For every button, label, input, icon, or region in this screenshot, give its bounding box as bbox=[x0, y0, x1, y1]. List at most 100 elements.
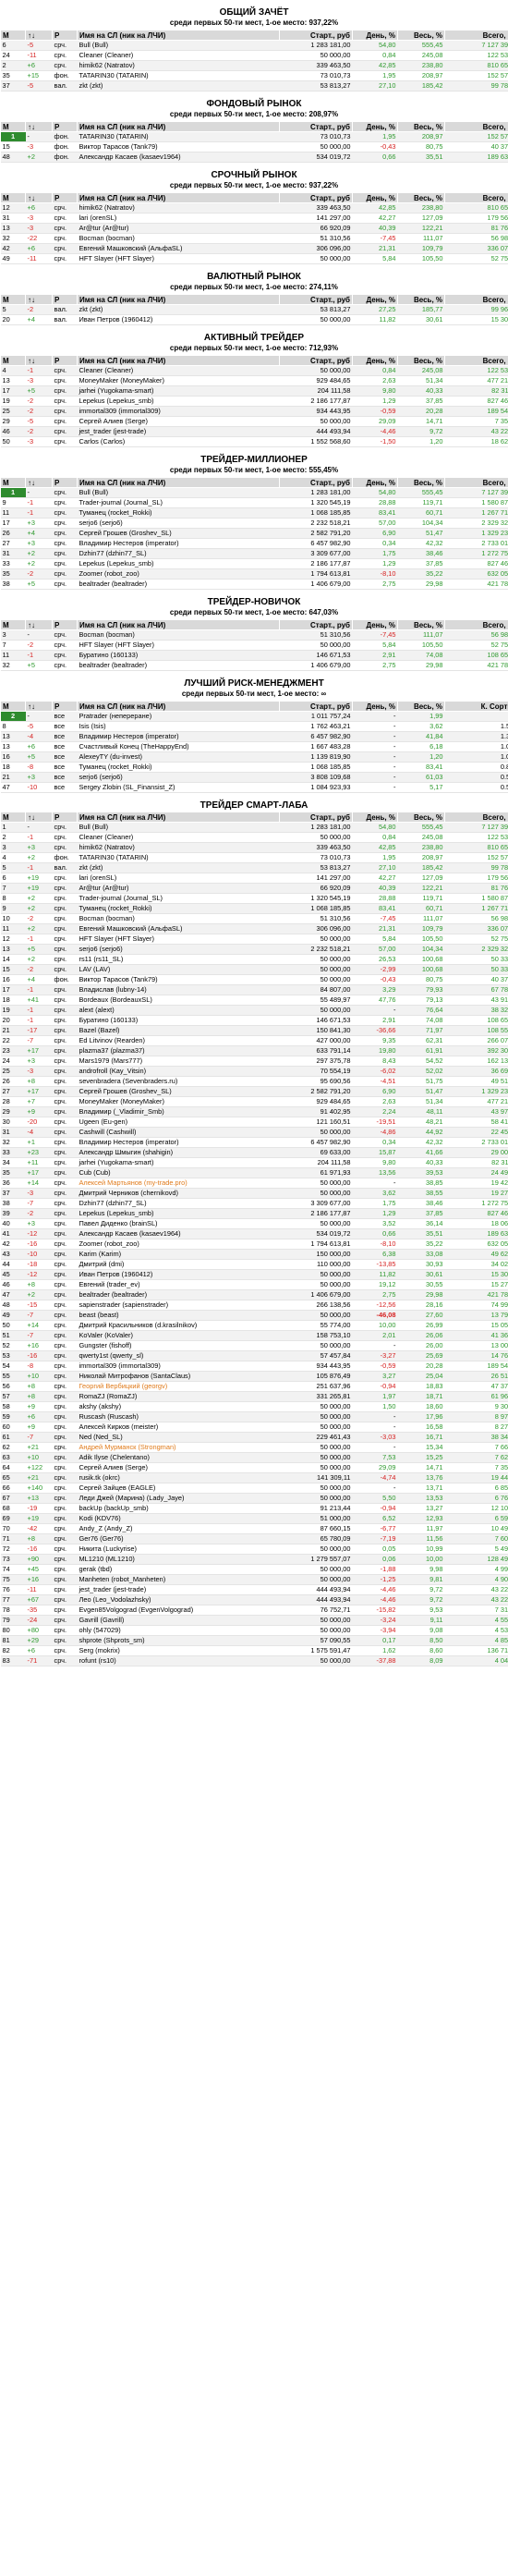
table-row[interactable]: 66 +140 срч. Сергей Зайцев (EAGLE) 50 000,00… bbox=[0, 1483, 508, 1494]
column-header[interactable]: М bbox=[0, 477, 26, 488]
table-row[interactable]: 31 -3 срч. lari (orenSL) 141 297,00 42,27 127,… bbox=[0, 213, 508, 224]
name-link[interactable]: TATARIN30 (TATARIN) bbox=[77, 70, 280, 81]
name-link[interactable]: TATARIN30 (TATARIN) bbox=[77, 131, 280, 142]
name-link[interactable]: Manheten (robot_Manheten) bbox=[77, 1574, 280, 1585]
table-row[interactable]: 26 +4 срч. Сергей Грошев (Groshev_SL) 2 582 … bbox=[0, 528, 508, 539]
name-link[interactable]: Лео (Leo_Vodolazhsky) bbox=[77, 1594, 280, 1605]
table-row[interactable]: 19 -2 срч. Lepekus (Lepekus_smb) 2 186 177,8… bbox=[0, 396, 508, 407]
column-header[interactable]: Р bbox=[52, 294, 78, 305]
name-link[interactable]: Bocman (bocman) bbox=[77, 233, 280, 244]
table-row[interactable]: 35 +15 фон. TATARIN30 (TATARIN) 73 010,73 1,9… bbox=[0, 70, 508, 81]
table-row[interactable]: 29 +9 срч. Владимир (_Vladimir_Smb) 91 402,9… bbox=[0, 1106, 508, 1117]
table-row[interactable]: 13 +5 срч. serjo6 (serjo6) 2 232 518,21 57,00… bbox=[0, 944, 508, 955]
table-row[interactable]: 75 +16 срч. Manheten (robot_Manheten) 50 000… bbox=[0, 1574, 508, 1585]
table-row[interactable]: 38 -7 срч. Dzhin77 (dzhin77_SL) 3 309 677,00… bbox=[0, 1198, 508, 1209]
table-row[interactable]: 38 +5 срч. bealtrader (bealtrader) 1 406 679… bbox=[0, 579, 508, 590]
column-header[interactable]: Весь, % bbox=[397, 619, 445, 630]
column-header[interactable]: Имя на СЛ (ник на ЛЧИ) bbox=[77, 192, 280, 203]
table-row[interactable]: 45 -12 срч. Иван Петров (1960412) 50 000,00 1… bbox=[0, 1269, 508, 1280]
table-row[interactable]: 18 -8 все Туманец (rocket_Rokki) 1 068 185,8… bbox=[0, 762, 508, 773]
table-row[interactable]: 35 +17 срч. Cub (Cub) 61 971,93 13,56 39,53 24 … bbox=[0, 1167, 508, 1178]
column-header[interactable]: Старт., руб bbox=[279, 701, 353, 712]
column-header[interactable]: Всего, руб bbox=[444, 294, 508, 305]
table-row[interactable]: 46 -2 срч. jest_trader (jest-trade) 444 493,… bbox=[0, 426, 508, 437]
table-row[interactable]: 49 -7 срч. beast (beast) 50 000,00 -46,08 27,6… bbox=[0, 1310, 508, 1321]
column-header[interactable]: Имя на СЛ (ник на ЛЧИ) bbox=[77, 355, 280, 366]
name-link[interactable]: backUp (backUp_smb) bbox=[77, 1503, 280, 1514]
name-link[interactable]: Павел Диденко (brainSL) bbox=[77, 1218, 280, 1229]
table-row[interactable]: 1- фон. TATARIN30 (TATARIN) 73 010,73 1,95 20… bbox=[0, 131, 508, 142]
name-link[interactable]: Bazel (Bazel) bbox=[77, 1025, 280, 1036]
table-row[interactable]: 9 +2 срч. Туманец (rocket_Rokki) 1 068 185,8… bbox=[0, 903, 508, 914]
column-header[interactable]: Весь, % bbox=[397, 701, 445, 712]
name-link[interactable]: HFT Slayer (HFT Slayer) bbox=[77, 253, 280, 264]
name-link[interactable]: Gungster (fishoff) bbox=[77, 1340, 280, 1351]
name-link[interactable]: ML1210 (ML1210) bbox=[77, 1554, 280, 1565]
name-link[interactable]: LAV (LAV) bbox=[77, 964, 280, 975]
table-row[interactable]: 36 +14 срч. Алексей Мартьянов (my-trade.pro… bbox=[0, 1178, 508, 1189]
table-row[interactable]: 69 +19 срч. Kodi (KDV76) 51 000,00 6,52 12,93 6… bbox=[0, 1513, 508, 1524]
column-header[interactable]: ↑↓ bbox=[25, 619, 53, 630]
name-link[interactable]: Bull (Bull) bbox=[77, 822, 280, 833]
table-row[interactable]: 6 -5 срч. Bull (Bull) 1 283 181,00 54,80 555,4… bbox=[0, 40, 508, 51]
table-row[interactable]: 9 -1 срч. Trader-journal (Journal_SL) 1 320 … bbox=[0, 497, 508, 508]
column-header[interactable]: Всего, руб bbox=[444, 121, 508, 132]
table-row[interactable]: 20 +4 вал. Иван Петров (1960412) 50 000,00 11… bbox=[0, 314, 508, 325]
column-header[interactable]: Р bbox=[52, 121, 78, 132]
table-row[interactable]: 60 +9 срч. Алексей Кирков (meister) 50 000,0… bbox=[0, 1422, 508, 1433]
name-link[interactable]: Trader-journal (Journal_SL) bbox=[77, 893, 280, 904]
table-row[interactable]: 61 -7 срч. Ned (Ned_SL) 229 461,43 -3,03 16,71… bbox=[0, 1432, 508, 1443]
table-row[interactable]: 13 -3 срч. Ar@tur (Ar@tur) 66 920,09 40,39 122… bbox=[0, 223, 508, 234]
name-link[interactable]: Евгений (trader_ev) bbox=[77, 1279, 280, 1290]
table-row[interactable]: 48 -15 срч. sapienstrader (sapienstrader) 26… bbox=[0, 1300, 508, 1311]
name-link[interactable]: Bull (Bull) bbox=[77, 40, 280, 51]
table-row[interactable]: 23 +17 срч. plazma37 (plazma37) 633 791,14 19… bbox=[0, 1045, 508, 1056]
table-row[interactable]: 78 -35 срч. Evgen85Volgograd (EvgenVolgogra… bbox=[0, 1605, 508, 1616]
column-header[interactable]: Р bbox=[52, 355, 78, 366]
name-link[interactable]: Zoomer (robot_zoo) bbox=[77, 568, 280, 580]
name-link[interactable]: Иван Петров (1960412) bbox=[77, 314, 280, 325]
name-link[interactable]: Сергей Алиев (Serge) bbox=[77, 416, 280, 427]
table-row[interactable]: 15 -2 срч. LAV (LAV) 50 000,00 -2,99 100,68 50 … bbox=[0, 964, 508, 975]
table-row[interactable]: 47 -10 все Sergey Zlobin (SL_Finansist_Z) 1 … bbox=[0, 782, 508, 793]
table-row[interactable]: 41 -12 срч. Александр Касаев (kasaev1964) 53… bbox=[0, 1228, 508, 1239]
name-link[interactable]: Владислав (lubny-14) bbox=[77, 984, 280, 995]
table-row[interactable]: 11 -1 срч. Туманец (rocket_Rokki) 1 068 185,… bbox=[0, 507, 508, 519]
name-link[interactable]: Сергей Алиев (Serge) bbox=[77, 1462, 280, 1473]
table-row[interactable]: 1- срч. Bull (Bull) 1 283 181,00 54,80 555,45… bbox=[0, 822, 508, 833]
name-link[interactable]: Дмитрий Красильников (d.krasilnikov) bbox=[77, 1320, 280, 1331]
name-link[interactable]: Ar@tur (Ar@tur) bbox=[77, 883, 280, 894]
table-row[interactable]: 6 +19 срч. lari (orenSL) 141 297,00 42,27 127,… bbox=[0, 873, 508, 884]
name-link[interactable]: Алексей Кирков (meister) bbox=[77, 1422, 280, 1433]
table-row[interactable]: 3- срч. Bocman (bocman) 51 310,56 -7,45 111,0… bbox=[0, 629, 508, 641]
column-header[interactable]: ↑↓ bbox=[25, 477, 53, 488]
name-link[interactable]: Владимир (_Vladimir_Smb) bbox=[77, 1106, 280, 1117]
name-link[interactable]: Туманец (rocket_Rokki) bbox=[77, 903, 280, 914]
name-link[interactable]: zkt (zkt) bbox=[77, 304, 280, 315]
name-link[interactable]: Cleaner (Cleaner) bbox=[77, 365, 280, 376]
name-link[interactable]: Сергей Грошев (Groshev_SL) bbox=[77, 1086, 280, 1097]
table-row[interactable]: 18 +41 срч. Bordeaux (BordeauxSL) 55 489,97 4… bbox=[0, 995, 508, 1006]
name-link[interactable]: Cashwill (Cashwill) bbox=[77, 1127, 280, 1138]
table-row[interactable]: 3 +3 срч. himik62 (Natratov) 339 463,50 42,85… bbox=[0, 842, 508, 853]
table-row[interactable]: 82 +6 срч. Serg (mokrix) 1 575 591,47 1,62 8,6… bbox=[0, 1645, 508, 1656]
name-link[interactable]: jest_trader (jest-trade) bbox=[77, 426, 280, 437]
name-link[interactable]: Ar@tur (Ar@tur) bbox=[77, 223, 280, 234]
table-row[interactable]: 27 +17 срч. Сергей Грошев (Groshev_SL) 2 582… bbox=[0, 1086, 508, 1097]
name-link[interactable]: Karim (Karim) bbox=[77, 1249, 280, 1260]
name-link[interactable]: bealtrader (bealtrader) bbox=[77, 1289, 280, 1300]
table-row[interactable]: 67 +13 срч. Леди Джей (Марина) (Lady_Jaye) 5… bbox=[0, 1493, 508, 1504]
column-header[interactable]: М bbox=[0, 121, 26, 132]
name-link[interactable]: sevenbradera (Sevenbraders.ru) bbox=[77, 1076, 280, 1087]
table-row[interactable]: 42 -16 срч. Zoomer (robot_zoo) 1 794 613,81-… bbox=[0, 1239, 508, 1250]
column-header[interactable]: Имя на СЛ (ник на ЛЧИ) bbox=[77, 30, 280, 41]
column-header[interactable]: Р bbox=[52, 477, 78, 488]
name-link[interactable]: Ruscash (Ruscash) bbox=[77, 1411, 280, 1422]
name-link[interactable]: bealtrader (bealtrader) bbox=[77, 579, 280, 590]
table-row[interactable]: 40 +3 срч. Павел Диденко (brainSL) 50 000,00… bbox=[0, 1218, 508, 1229]
table-row[interactable]: 48 +2 фон. Александр Касаев (kasaev1964) 534… bbox=[0, 152, 508, 163]
name-link[interactable]: Carlos (Carlos) bbox=[77, 436, 280, 447]
table-row[interactable]: 83 -71 срч. rofunt (rs10) 50 000,00 -37,88 8,0… bbox=[0, 1655, 508, 1666]
column-header[interactable]: Всего, руб bbox=[444, 355, 508, 366]
name-link[interactable]: beast (beast) bbox=[77, 1310, 280, 1321]
